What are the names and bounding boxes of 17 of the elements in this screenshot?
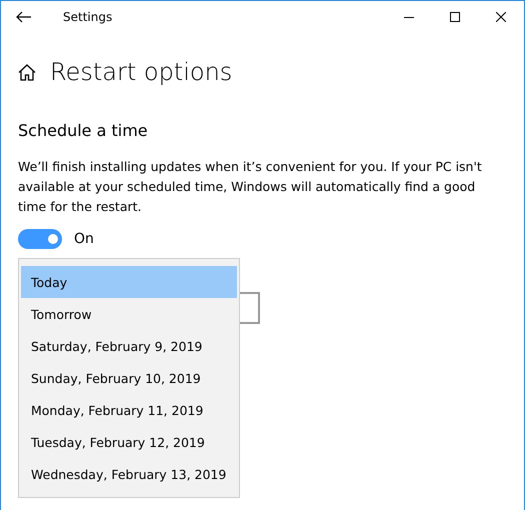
back-arrow-icon [16,11,32,23]
toggle-switch[interactable] [18,229,62,249]
window-title: Settings [63,10,114,24]
home-icon[interactable] [18,64,36,80]
page-title: Restart options [50,58,232,86]
toggle-label: On [74,231,94,247]
close-icon [496,12,506,22]
dropdown-option[interactable]: Wednesday, February 13, 2019 [21,458,237,490]
description-text: We’ll finish installing updates when it’s convenient for you. If your PC isn't available at your scheduled time, Windows will automatically find a good time for the restart. [18,158,483,216]
dropdown-option[interactable]: Today [21,266,237,298]
maximize-icon [450,12,460,22]
dropdown-option[interactable]: Tomorrow [21,298,237,330]
dropdown-option[interactable]: Sunday, February 10, 2019 [21,362,237,394]
section-heading: Schedule a time [18,121,149,140]
dropdown-option[interactable]: Monday, February 11, 2019 [21,394,237,426]
dropdown-option[interactable]: Saturday, February 9, 2019 [21,330,237,362]
dropdown-option[interactable]: Tuesday, February 12, 2019 [21,426,237,458]
